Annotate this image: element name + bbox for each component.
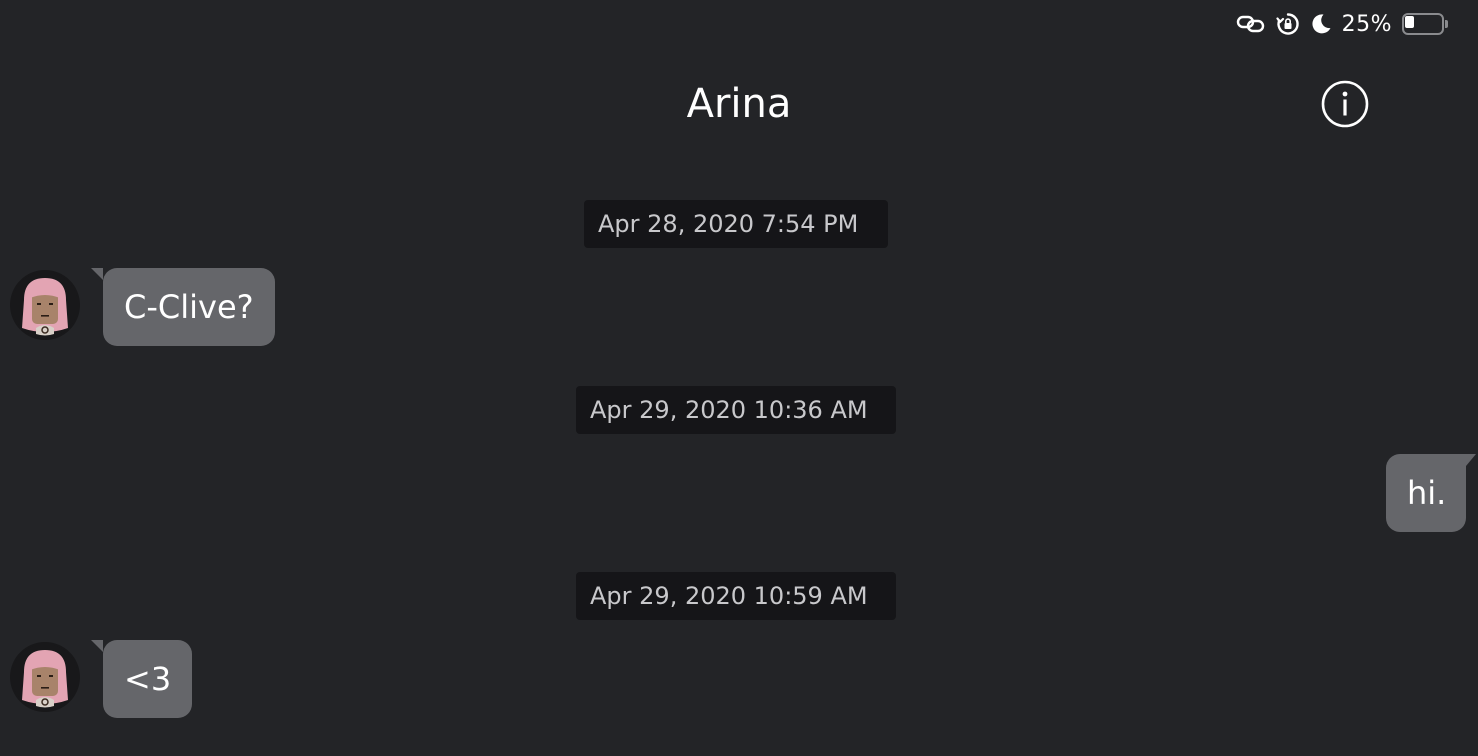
- info-button[interactable]: [1321, 80, 1369, 128]
- timestamp: Apr 28, 2020 7:54 PM: [584, 200, 888, 248]
- battery-percent: 25%: [1341, 11, 1392, 37]
- status-bar: 25%: [1236, 8, 1448, 40]
- moon-icon: [1310, 13, 1332, 35]
- conversation-title: Arina: [686, 81, 792, 127]
- message-bubble-outgoing[interactable]: hi.: [1386, 454, 1476, 532]
- info-icon: [1321, 80, 1369, 128]
- message-bubble-incoming[interactable]: <3: [90, 640, 193, 718]
- battery-fill: [1405, 16, 1414, 28]
- link-icon: [1236, 13, 1266, 35]
- message-bubble-incoming[interactable]: C-Clive?: [91, 268, 275, 346]
- timestamp: Apr 29, 2020 10:36 AM: [576, 386, 896, 434]
- avatar[interactable]: [10, 642, 80, 712]
- orientation-lock-icon: [1275, 12, 1300, 36]
- avatar[interactable]: [10, 270, 80, 340]
- battery-icon: [1402, 13, 1448, 35]
- timestamp: Apr 29, 2020 10:59 AM: [576, 572, 896, 620]
